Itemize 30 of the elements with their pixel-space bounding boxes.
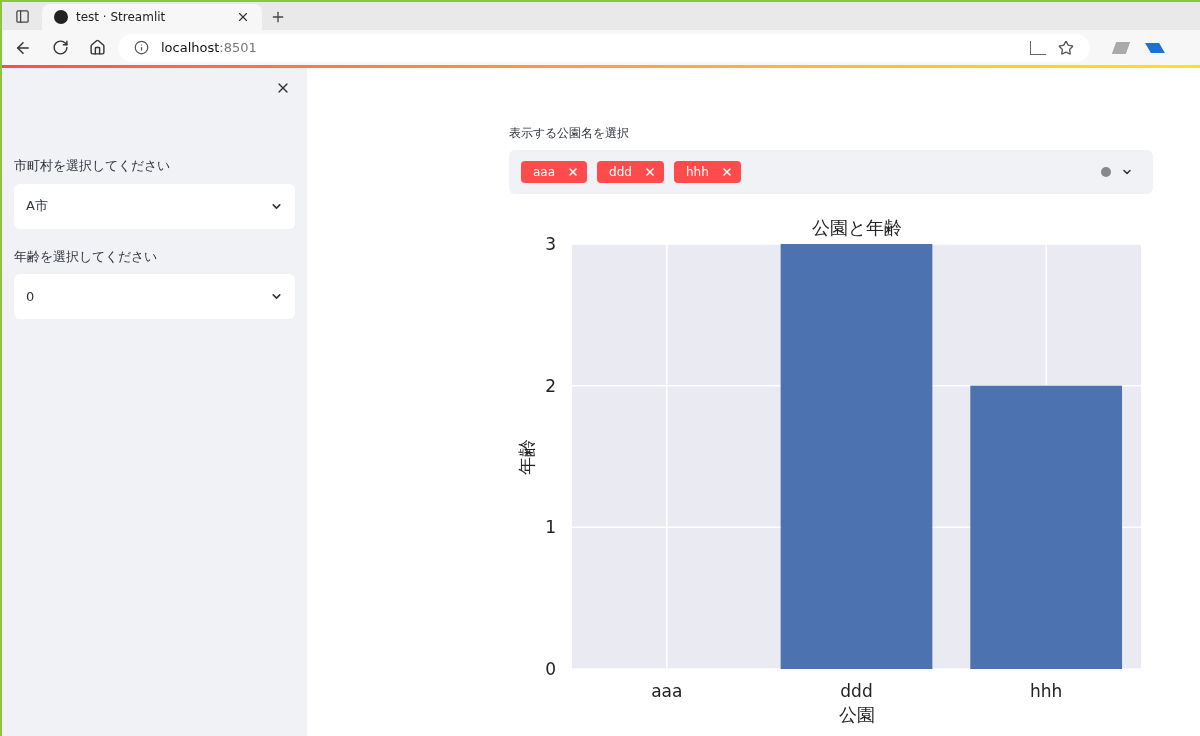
- y-tick-label: 2: [545, 375, 556, 396]
- favicon-icon: [54, 10, 68, 24]
- home-icon[interactable]: [89, 39, 106, 56]
- chart-title: 公園と年齢: [811, 217, 902, 238]
- clear-icon[interactable]: [1101, 167, 1111, 177]
- tab-title: test · Streamlit: [76, 9, 167, 26]
- y-tick-label: 0: [545, 659, 556, 679]
- address-field[interactable]: localhost:8501: [118, 33, 1090, 62]
- y-tick-label: 3: [545, 234, 556, 254]
- reload-icon[interactable]: [52, 39, 69, 56]
- info-icon: [134, 40, 149, 55]
- y-tick-label: 1: [545, 517, 556, 538]
- select-field[interactable]: A市: [14, 183, 295, 229]
- favorite-icon[interactable]: [1058, 39, 1074, 56]
- field-label: 表示する公園名を選択: [509, 125, 630, 142]
- remove-icon[interactable]: [643, 166, 656, 178]
- x-tick-label: aaa: [651, 681, 683, 701]
- remove-icon[interactable]: [567, 166, 580, 178]
- x-tick-label: hhh: [1030, 681, 1063, 701]
- remove-icon[interactable]: [720, 166, 733, 178]
- browser-tab[interactable]: test · Streamlit: [42, 4, 262, 30]
- y-axis-label: 年齢: [516, 438, 537, 475]
- new-tab-icon[interactable]: [270, 9, 286, 25]
- x-tick-label: ddd: [840, 681, 873, 701]
- field-label: 市町村を選択してください: [14, 157, 171, 175]
- close-icon[interactable]: [236, 10, 250, 24]
- url-text: localhost:8501: [161, 38, 258, 57]
- x-axis-label: 公園: [838, 704, 875, 725]
- select-field[interactable]: 0: [14, 274, 295, 319]
- field-label: 年齢を選択してください: [14, 247, 158, 266]
